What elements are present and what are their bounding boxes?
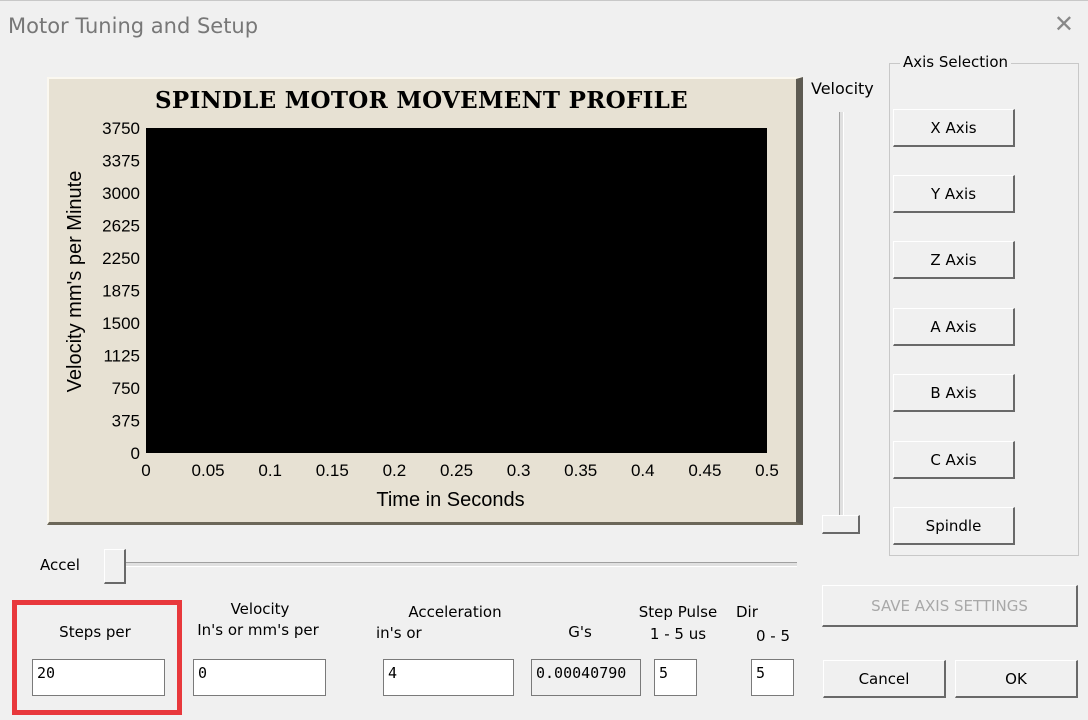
x-tick-label: 0.45: [688, 461, 721, 480]
gs-readout: 0.00040790: [531, 659, 641, 696]
x-tick-label: 0.15: [316, 461, 349, 480]
a-axis-button[interactable]: A Axis: [893, 308, 1015, 346]
y-axis-label: Velocity mm's per Minute: [64, 171, 86, 393]
z-axis-button[interactable]: Z Axis: [893, 241, 1015, 279]
y-tick-label: 750: [112, 379, 140, 398]
dir-label-line1: Dir: [736, 603, 758, 621]
x-tick-label: 0.05: [192, 461, 225, 480]
accel-slider-track[interactable]: [104, 562, 797, 567]
gs-label: G's: [568, 623, 592, 641]
x-tick-label: 0.4: [631, 461, 655, 480]
x-tick-label: 0.25: [440, 461, 473, 480]
accel-slider-label: Accel: [40, 556, 80, 574]
acceleration-label-line2: in's or: [376, 624, 422, 642]
cancel-button[interactable]: Cancel: [823, 660, 946, 698]
ok-button[interactable]: OK: [955, 660, 1078, 698]
spindle-button[interactable]: Spindle: [893, 507, 1015, 545]
velocity-label-line2: In's or mm's per: [197, 621, 319, 639]
y-axis-button[interactable]: Y Axis: [893, 175, 1015, 213]
velocity-slider-thumb[interactable]: [822, 515, 860, 534]
y-tick-label: 1125: [103, 347, 140, 366]
steps-highlight-box: [12, 600, 182, 715]
save-axis-settings-button[interactable]: SAVE AXIS SETTINGS: [822, 585, 1078, 627]
b-axis-button[interactable]: B Axis: [893, 374, 1015, 412]
x-tick-label: 0.5: [755, 461, 779, 480]
y-tick-label: 3375: [102, 152, 140, 171]
x-tick-label: 0.2: [383, 461, 407, 480]
dir-label-line2: 0 - 5: [755, 627, 791, 645]
y-tick-label: 3000: [102, 184, 140, 203]
c-axis-button[interactable]: C Axis: [893, 441, 1015, 479]
movement-profile-chart: 0 375 750 1125 1500 1875 2250 2625 3000 3375 3750 0…: [64, 119, 779, 511]
velocity-slider-track[interactable]: [839, 112, 844, 522]
y-tick-label: 1875: [102, 282, 140, 301]
y-tick-label: 2625: [102, 217, 140, 236]
window-top-border: [0, 0, 1088, 1]
window-title: Motor Tuning and Setup: [8, 14, 259, 38]
x-tick-label: 0: [141, 461, 150, 480]
accel-slider-thumb[interactable]: [104, 549, 126, 584]
x-axis-button[interactable]: X Axis: [893, 109, 1015, 147]
x-axis-label: Time in Seconds: [376, 489, 524, 511]
velocity-slider-label: Velocity: [811, 79, 874, 98]
y-tick-label: 2250: [102, 249, 140, 268]
plot-area: [146, 128, 767, 453]
step-pulse-input[interactable]: 5: [654, 659, 697, 696]
y-tick-label: 3750: [102, 119, 140, 138]
acceleration-label-line1: Acceleration: [408, 603, 502, 621]
y-tick-label: 1500: [102, 314, 140, 333]
velocity-label-line1: Velocity: [230, 600, 290, 618]
x-tick-label: 0.35: [564, 461, 597, 480]
acceleration-input[interactable]: 4: [383, 659, 514, 696]
x-tick-label: 0.3: [507, 461, 531, 480]
y-tick-label: 375: [112, 412, 140, 431]
y-tick-label: 0: [131, 444, 140, 463]
velocity-input[interactable]: 0: [193, 659, 326, 696]
chart-panel: SPINDLE MOTOR MOVEMENT PROFILE 0 375 750 11…: [47, 77, 803, 525]
close-icon[interactable]: ✕: [1054, 10, 1074, 38]
step-pulse-label-line1: Step Pulse: [638, 603, 718, 621]
axis-selection-label: Axis Selection: [900, 53, 1012, 71]
x-tick-label: 0.1: [258, 461, 282, 480]
dir-input[interactable]: 5: [751, 659, 794, 696]
step-pulse-label-line2: 1 - 5 us: [649, 625, 707, 643]
